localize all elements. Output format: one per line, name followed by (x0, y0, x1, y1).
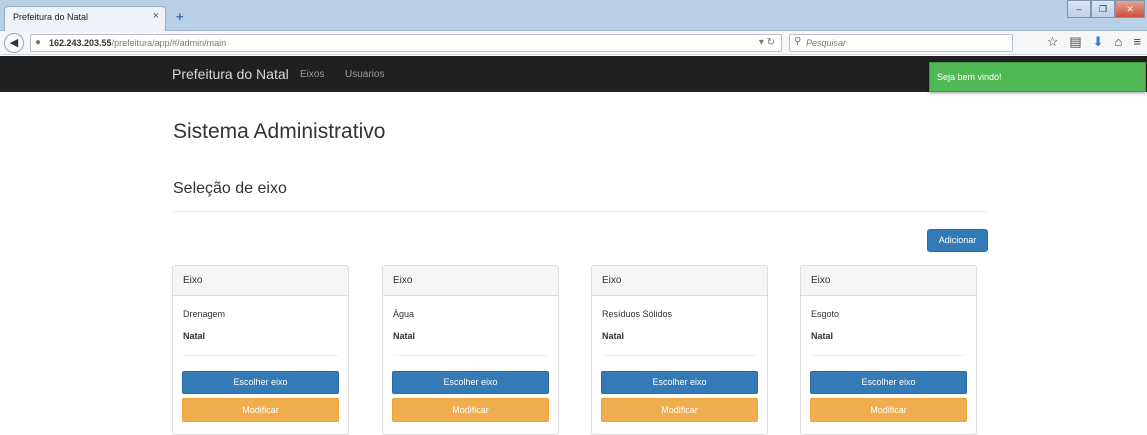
modify-button[interactable]: Modificar (392, 398, 549, 422)
toast-message: Seja bem vindo! (937, 72, 1002, 82)
menu-icon[interactable]: ≡ (1133, 34, 1141, 50)
back-icon[interactable]: ◀ (4, 33, 24, 53)
axis-city: Natal (183, 331, 206, 341)
axis-name: Água (393, 309, 415, 319)
home-icon[interactable]: ⌂ (1115, 34, 1123, 50)
toolbar-icons: ☆ ▤ ⬇ ⌂ ≡ (1047, 34, 1141, 50)
axis-card-agua: Eixo Água Natal Escolher eixo Modificar (382, 265, 559, 435)
tab-title: Prefeitura do Natal (13, 12, 89, 22)
url-text: 162.243.203.55/prefeitura/app/#/admin/ma… (49, 38, 226, 48)
axis-city: Natal (602, 331, 625, 341)
url-path: /prefeitura/app/#/admin/main (111, 38, 227, 48)
restore-icon[interactable]: ❐ (1091, 0, 1115, 18)
nav-link-usuarios[interactable]: Usuarios (345, 69, 384, 80)
new-tab-icon[interactable]: + (176, 9, 184, 24)
bookmarks-list-icon[interactable]: ▤ (1069, 34, 1081, 50)
card-header: Eixo (801, 266, 976, 296)
reload-icon[interactable]: ▾ ↻ (759, 37, 775, 48)
section-title: Seleção de eixo (173, 180, 287, 197)
card-divider (602, 355, 757, 356)
axis-name: Drenagem (183, 309, 226, 319)
add-button[interactable]: Adicionar (927, 229, 988, 252)
choose-axis-button[interactable]: Escolher eixo (392, 371, 549, 394)
browser-tab-bar: Prefeitura do Natal × + – ❐ ✕ (0, 0, 1147, 31)
search-bar[interactable]: ⚲ (789, 34, 1013, 52)
axis-city: Natal (811, 331, 834, 341)
modify-button[interactable]: Modificar (601, 398, 758, 422)
minimize-icon[interactable]: – (1067, 0, 1091, 18)
modify-button[interactable]: Modificar (810, 398, 967, 422)
modify-button[interactable]: Modificar (182, 398, 339, 422)
welcome-toast[interactable]: Seja bem vindo! (929, 62, 1146, 92)
card-divider (811, 355, 966, 356)
window-close-icon[interactable]: ✕ (1115, 0, 1145, 18)
choose-axis-button[interactable]: Escolher eixo (182, 371, 339, 394)
browser-tab[interactable]: Prefeitura do Natal × (4, 6, 166, 31)
download-icon[interactable]: ⬇ (1093, 34, 1104, 50)
section-divider (173, 211, 988, 212)
search-input[interactable] (806, 35, 1006, 51)
address-bar[interactable]: ● 162.243.203.55/prefeitura/app/#/admin/… (30, 34, 782, 52)
lock-icon: ● (35, 37, 42, 48)
browser-toolbar: ◀ ● 162.243.203.55/prefeitura/app/#/admi… (0, 31, 1147, 55)
card-header: Eixo (592, 266, 767, 296)
axis-card-esgoto: Eixo Esgoto Natal Escolher eixo Modifica… (800, 265, 977, 435)
brand-link[interactable]: Prefeitura do Natal (172, 66, 289, 82)
axis-card-drenagem: Eixo Drenagem Natal Escolher eixo Modifi… (172, 265, 349, 435)
card-header: Eixo (173, 266, 348, 296)
tab-close-icon[interactable]: × (153, 10, 159, 22)
nav-link-eixos[interactable]: Eixos (300, 69, 324, 80)
axis-city: Natal (393, 331, 416, 341)
choose-axis-button[interactable]: Escolher eixo (810, 371, 967, 394)
card-divider (183, 355, 338, 356)
window-controls: – ❐ ✕ (1067, 0, 1145, 20)
page-title: Sistema Administrativo (173, 120, 386, 143)
bookmark-star-icon[interactable]: ☆ (1047, 34, 1059, 50)
url-host: 162.243.203.55 (49, 38, 112, 48)
axis-card-residuos-solidos: Eixo Resíduos Sólidos Natal Escolher eix… (591, 265, 768, 435)
search-icon: ⚲ (794, 36, 802, 47)
axis-name: Resíduos Sólidos (602, 309, 673, 319)
choose-axis-button[interactable]: Escolher eixo (601, 371, 758, 394)
card-divider (393, 355, 548, 356)
axis-name: Esgoto (811, 309, 840, 319)
card-header: Eixo (383, 266, 558, 296)
